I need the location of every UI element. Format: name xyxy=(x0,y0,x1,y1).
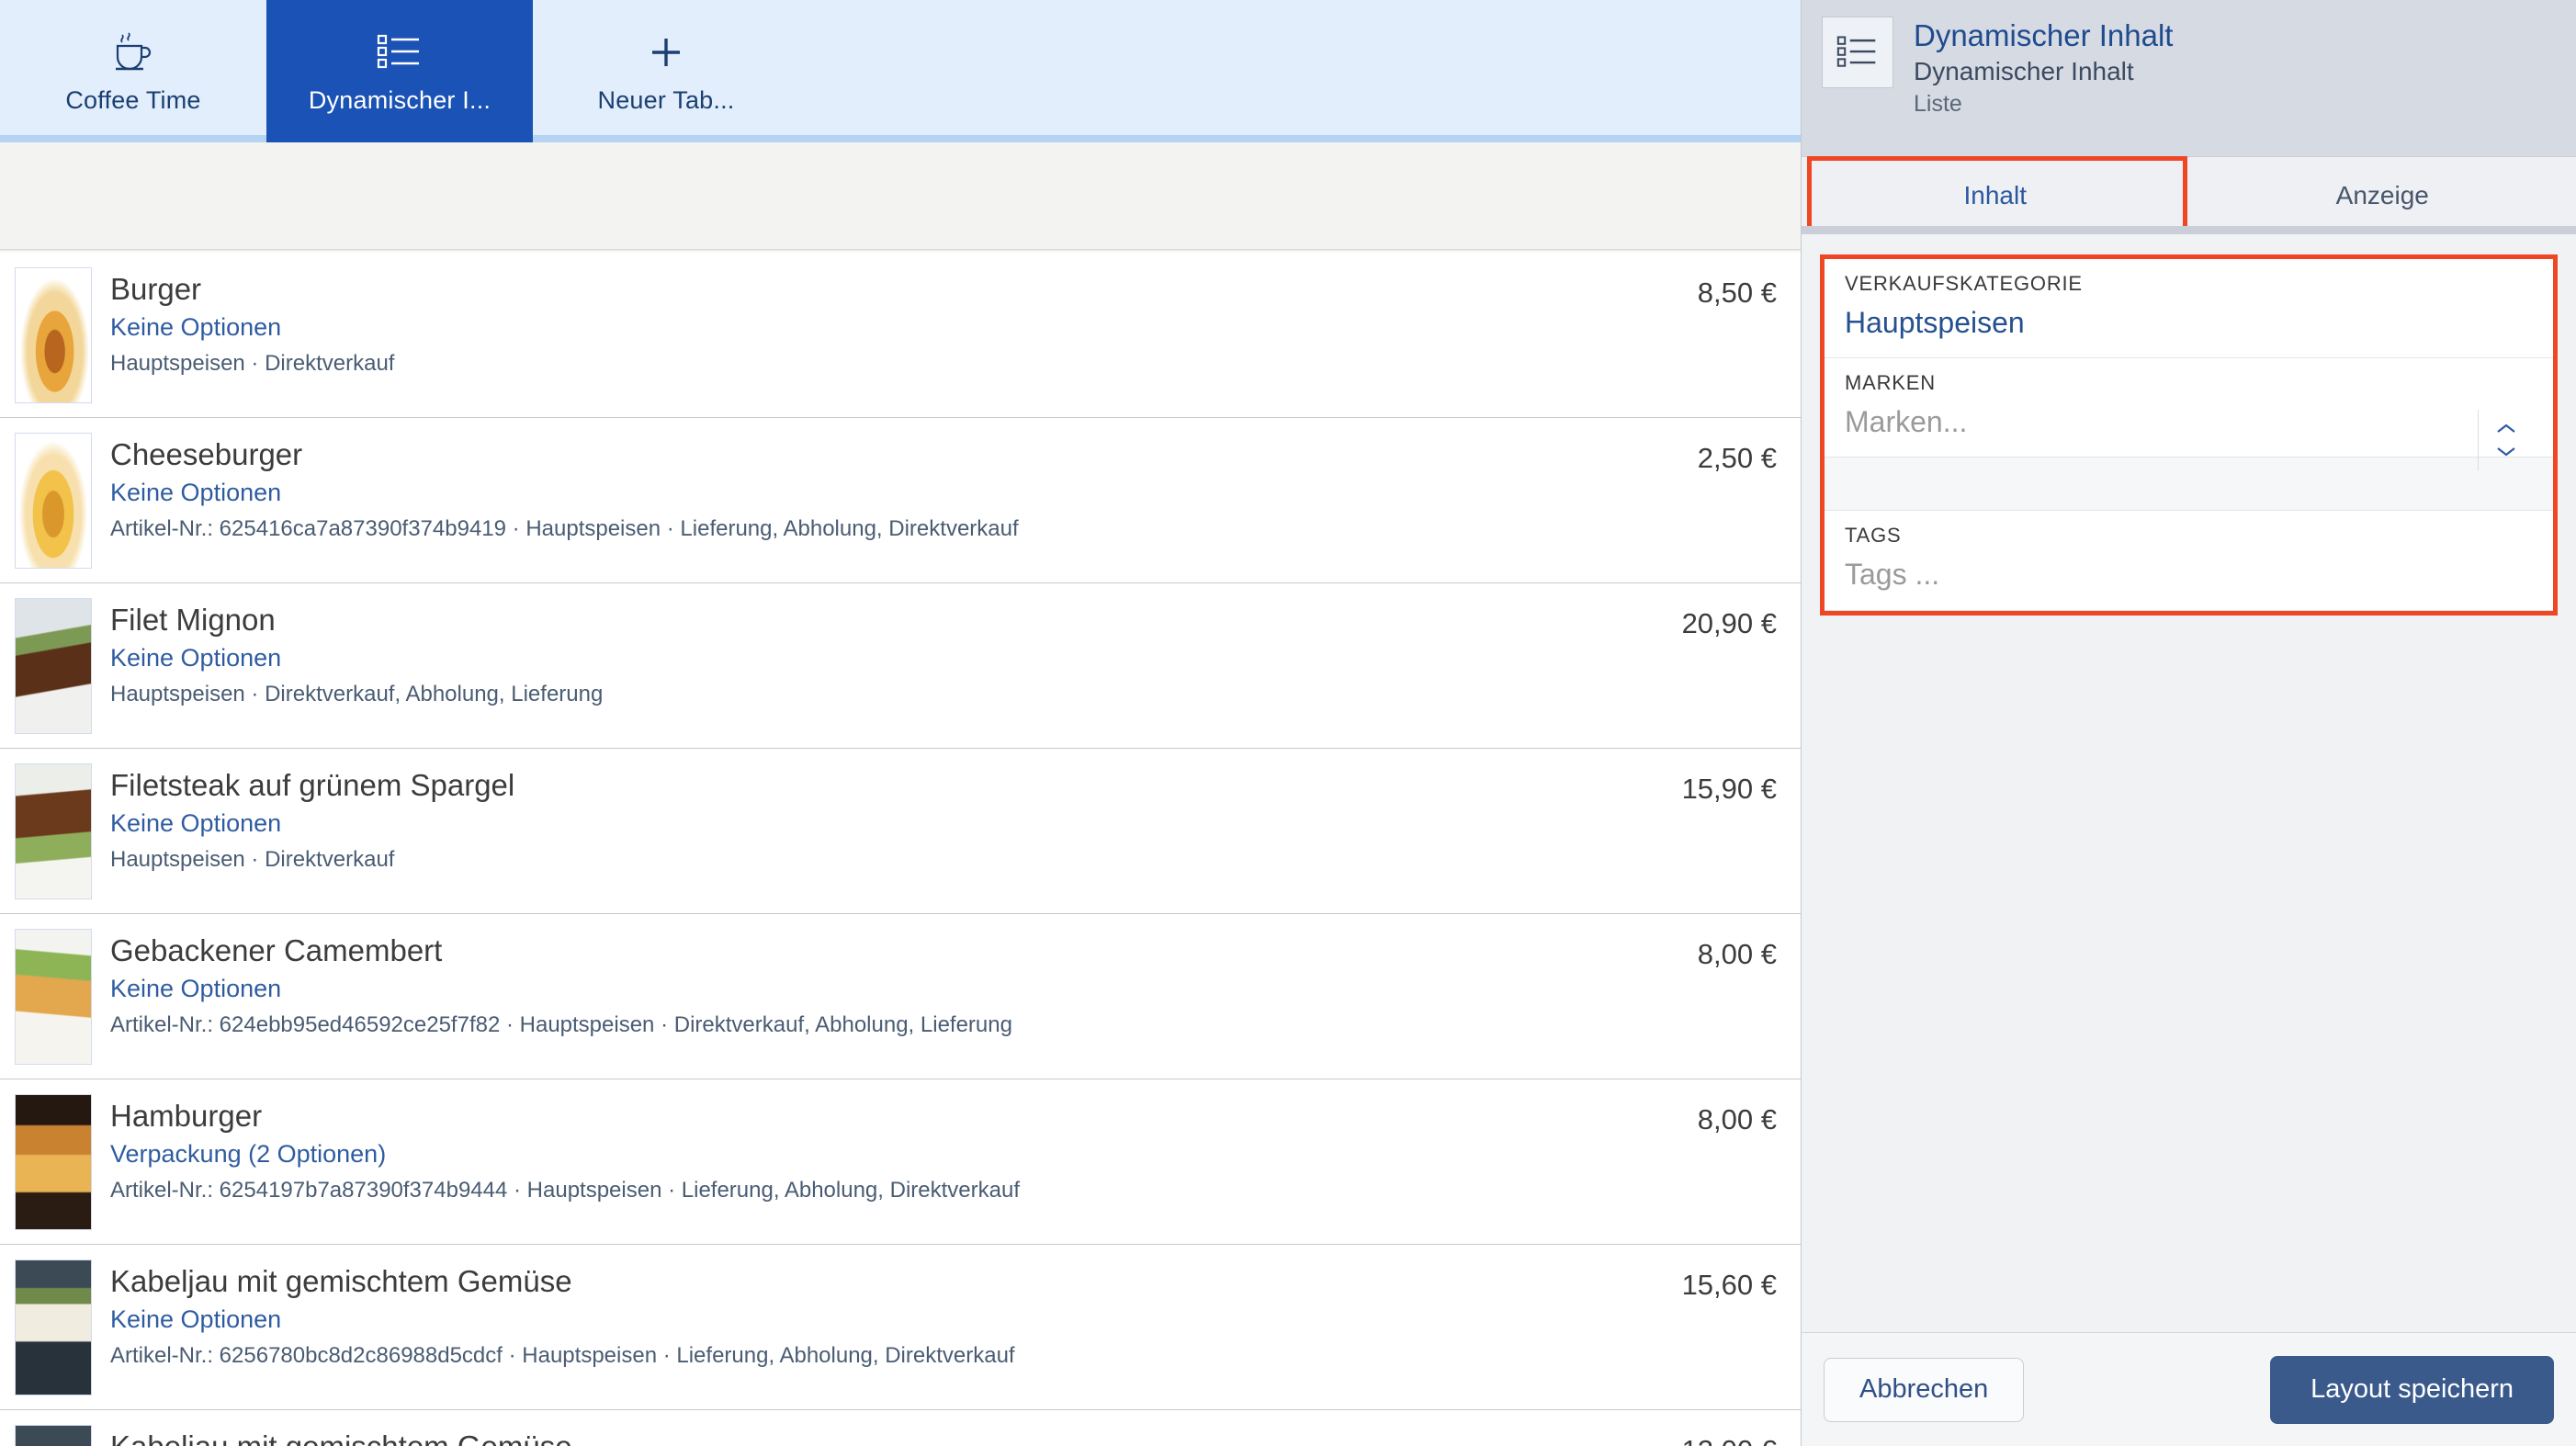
field-label: TAGS xyxy=(1845,524,1902,548)
table-row[interactable]: Kabeljau mit gemischtem Gemüse Keine Opt… xyxy=(0,1245,1801,1410)
item-title: Kabeljau mit gemischtem Gemüse xyxy=(110,1264,572,1298)
kabeljau-thumbnail xyxy=(15,1260,92,1395)
list-icon xyxy=(377,28,423,77)
field-marken[interactable]: MARKEN Marken... xyxy=(1825,358,2553,471)
tab-inhalt[interactable]: Inhalt xyxy=(1802,156,2189,240)
chevron-up-icon xyxy=(2496,424,2515,434)
item-price: 15,60 € xyxy=(1681,1269,1777,1301)
item-meta: Hauptspeisen · Direktverkauf xyxy=(110,350,395,376)
content-form: VERKAUFSKATEGORIE Hauptspeisen MARKEN Ma… xyxy=(1820,254,2558,616)
item-price: 8,00 € xyxy=(1697,1103,1777,1135)
cancel-button[interactable]: Abbrechen xyxy=(1824,1357,2025,1422)
tags-input[interactable]: Tags ... xyxy=(1845,559,2533,591)
item-price: 8,00 € xyxy=(1697,938,1777,970)
marken-input[interactable]: Marken... xyxy=(1845,405,2533,438)
item-options[interactable]: Keine Optionen xyxy=(110,644,1611,672)
form-spacer xyxy=(1825,458,2553,512)
item-title: Cheeseburger xyxy=(110,437,303,471)
item-options[interactable]: Verpackung (2 Optionen) xyxy=(110,1140,1611,1169)
item-options[interactable]: Keine Optionen xyxy=(110,975,1611,1003)
item-meta: Artikel-Nr.: 624ebb95ed46592ce25f7f82 · … xyxy=(110,1011,1012,1037)
panel-title: Dynamischer Inhalt xyxy=(1914,18,2174,52)
item-options[interactable]: Keine Optionen xyxy=(110,1305,1611,1334)
item-options[interactable]: Keine Optionen xyxy=(110,809,1611,838)
list-icon xyxy=(1822,17,1893,88)
tab-label: Anzeige xyxy=(2335,181,2429,209)
field-tags[interactable]: TAGS Tags ... xyxy=(1825,511,2553,611)
item-price: 8,50 € xyxy=(1697,277,1777,309)
item-title: Hamburger xyxy=(110,1099,263,1133)
table-row[interactable]: Filet Mignon Keine Optionen Hauptspeisen… xyxy=(0,583,1801,749)
app-root: Coffee Time Dynamischer I... Neuer Tab..… xyxy=(0,0,2576,1446)
coffee-cup-icon xyxy=(113,28,153,77)
item-price: 15,90 € xyxy=(1681,773,1777,805)
tab-label: Dynamischer I... xyxy=(308,86,491,114)
tab-coffee-time[interactable]: Coffee Time xyxy=(0,0,266,142)
tab-label: Inhalt xyxy=(1963,181,2028,209)
table-row[interactable]: Gebackener Camembert Keine Optionen Arti… xyxy=(0,914,1801,1079)
camembert-thumbnail xyxy=(15,929,92,1065)
item-price: 2,50 € xyxy=(1697,442,1777,474)
table-row[interactable]: Filetsteak auf grünem Spargel Keine Opti… xyxy=(0,749,1801,914)
cheeseburger-thumbnail xyxy=(15,433,92,569)
table-row[interactable]: Burger Keine Optionen Hauptspeisen · Dir… xyxy=(0,253,1801,418)
hamburger-thumbnail xyxy=(15,1094,92,1230)
tab-anzeige[interactable]: Anzeige xyxy=(2189,157,2576,234)
item-title: Filet Mignon xyxy=(110,603,276,637)
item-meta: Artikel-Nr.: 6256780bc8d2c86988d5cdcf · … xyxy=(110,1342,1015,1368)
properties-panel: Dynamischer Inhalt Dynamischer Inhalt Li… xyxy=(1801,0,2576,1446)
table-row[interactable]: Cheeseburger Keine Optionen Artikel-Nr.:… xyxy=(0,418,1801,583)
panel-type: Liste xyxy=(1914,91,1962,118)
item-meta: Hauptspeisen · Direktverkauf, Abholung, … xyxy=(110,681,604,706)
panel-tabs: Inhalt Anzeige xyxy=(1802,156,2576,240)
item-price: 12,00 € xyxy=(1611,1425,1777,1446)
item-meta: Hauptspeisen · Direktverkauf xyxy=(110,846,395,872)
kabeljau-thumbnail xyxy=(15,1425,92,1446)
item-price: 20,90 € xyxy=(1681,607,1777,639)
left-pane: Coffee Time Dynamischer I... Neuer Tab..… xyxy=(0,0,1801,1446)
chevron-down-icon xyxy=(2496,447,2515,457)
table-row[interactable]: Hamburger Verpackung (2 Optionen) Artike… xyxy=(0,1079,1801,1245)
plus-icon xyxy=(646,28,686,77)
marken-stepper[interactable] xyxy=(2478,410,2533,471)
item-options[interactable]: Keine Optionen xyxy=(110,313,1611,342)
item-title: Burger xyxy=(110,272,202,306)
item-title: Kabeljau mit gemischtem Gemüse xyxy=(110,1429,1611,1446)
filetsteak-thumbnail xyxy=(15,763,92,899)
tab-label: Coffee Time xyxy=(65,86,201,114)
field-label: MARKEN xyxy=(1845,371,1936,395)
item-options[interactable]: Keine Optionen xyxy=(110,479,1611,507)
field-label: VERKAUFSKATEGORIE xyxy=(1845,272,2083,295)
save-layout-button[interactable]: Layout speichern xyxy=(2270,1355,2554,1424)
toolbar-strip xyxy=(0,142,1801,250)
panel-body: VERKAUFSKATEGORIE Hauptspeisen MARKEN Ma… xyxy=(1802,234,2576,1332)
product-list[interactable]: Burger Keine Optionen Hauptspeisen · Dir… xyxy=(0,253,1801,1446)
field-value: Hauptspeisen xyxy=(1845,306,2025,339)
panel-footer: Abbrechen Layout speichern xyxy=(1802,1332,2576,1446)
panel-header: Dynamischer Inhalt Dynamischer Inhalt Li… xyxy=(1802,0,2576,156)
item-meta: Artikel-Nr.: 6254197b7a87390f374b9444 · … xyxy=(110,1177,1020,1203)
filet-mignon-thumbnail xyxy=(15,598,92,734)
panel-subtitle: Dynamischer Inhalt xyxy=(1914,56,2134,85)
field-verkaufskategorie[interactable]: VERKAUFSKATEGORIE Hauptspeisen xyxy=(1825,259,2553,359)
tab-dynamischer-inhalt[interactable]: Dynamischer I... xyxy=(266,0,533,142)
item-meta: Artikel-Nr.: 625416ca7a87390f374b9419 · … xyxy=(110,515,1019,541)
burger-thumbnail xyxy=(15,267,92,403)
tab-bar: Coffee Time Dynamischer I... Neuer Tab..… xyxy=(0,0,1801,142)
table-row[interactable]: Kabeljau mit gemischtem Gemüse 12,00 € xyxy=(0,1410,1801,1446)
tab-neuer-tab[interactable]: Neuer Tab... xyxy=(533,0,799,142)
item-title: Gebackener Camembert xyxy=(110,933,443,967)
item-title: Filetsteak auf grünem Spargel xyxy=(110,768,515,802)
tab-label: Neuer Tab... xyxy=(597,86,735,114)
